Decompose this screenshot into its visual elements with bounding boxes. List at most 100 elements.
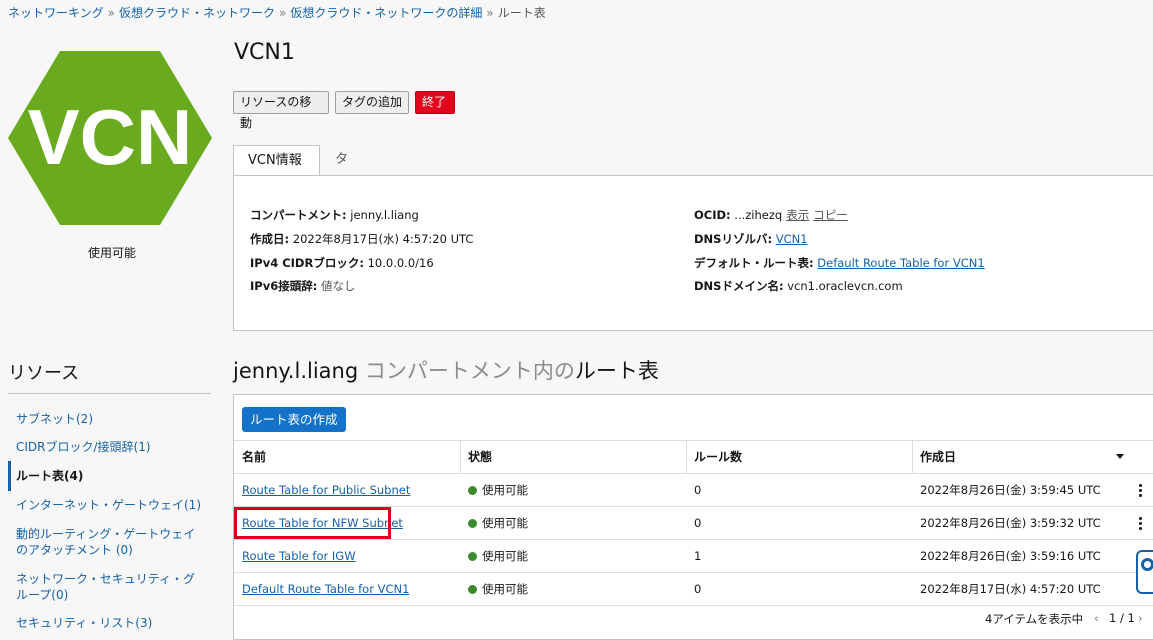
create-route-table-button[interactable]: ルート表の作成: [242, 407, 346, 432]
default-route-table-label: デフォルト・ルート表:: [694, 256, 814, 270]
dns-domain-label: DNSドメイン名:: [694, 279, 784, 293]
sidebar-item-security-lists[interactable]: セキュリティ・リスト(3): [16, 615, 152, 631]
state-label: 使用可能: [482, 582, 528, 596]
rules-cell: 0: [694, 483, 702, 497]
breadcrumb-vcn-list[interactable]: 仮想クラウド・ネットワーク: [119, 6, 275, 20]
dns-resolver-label: DNSリゾルバ:: [694, 232, 773, 246]
route-table-link[interactable]: Route Table for Public Subnet: [242, 474, 410, 506]
route-tables-table: ルート表の作成 名前 状態 ルール数 作成日 Route Table for P…: [233, 394, 1153, 640]
vcn-icon-text: VCN: [28, 93, 193, 181]
dns-resolver-link[interactable]: VCN1: [776, 232, 808, 246]
column-state[interactable]: 状態: [460, 441, 686, 473]
column-created[interactable]: 作成日: [912, 441, 1112, 473]
state-cell: 使用可能: [468, 573, 528, 605]
dns-resolver-row: DNSリゾルバ: VCN1: [694, 231, 808, 247]
ipv4-value: 10.0.0.0/16: [367, 256, 434, 270]
table-row: Default Route Table for VCN1 使用可能 0 2022…: [234, 573, 1153, 606]
table-row: Route Table for IGW 使用可能 1 2022年8月26日(金)…: [234, 540, 1153, 573]
state-label: 使用可能: [482, 516, 528, 530]
breadcrumb-separator: »: [279, 6, 287, 20]
created-value: 2022年8月17日(水) 4:57:20 UTC: [292, 232, 474, 246]
move-resource-button[interactable]: リソースの移動: [233, 91, 329, 130]
prev-page-icon[interactable]: ‹: [1094, 611, 1099, 625]
section-middle: コンパートメント内の: [364, 359, 575, 383]
ipv6-value: 値なし: [320, 279, 356, 293]
vcn-status: 使用可能: [88, 246, 137, 260]
route-table-link[interactable]: Default Route Table for VCN1: [242, 573, 409, 605]
ipv6-row: IPv6接頭辞: 値なし: [250, 278, 355, 294]
sort-dropdown-icon[interactable]: [1116, 454, 1124, 459]
section-title: jenny.l.liang コンパートメント内のルート表: [233, 355, 659, 385]
page-indicator: 1 / 1: [1109, 611, 1135, 625]
table-row: Route Table for Public Subnet 使用可能 0 202…: [234, 474, 1153, 507]
ocid-row: OCID: ...zihezq 表示 コピー: [694, 207, 848, 223]
tab-vcn-info[interactable]: VCN情報: [233, 145, 320, 176]
ipv4-row: IPv4 CIDRブロック: 10.0.0.0/16: [250, 255, 434, 271]
state-label: 使用可能: [482, 483, 528, 497]
column-name[interactable]: 名前: [234, 441, 460, 473]
default-route-table-link[interactable]: Default Route Table for VCN1: [817, 256, 984, 270]
sidebar-item-nsgs-line2[interactable]: ループ(0): [16, 587, 68, 603]
breadcrumb-vcn-details[interactable]: 仮想クラウド・ネットワークの詳細: [290, 6, 482, 20]
ocid-copy-link[interactable]: コピー: [813, 208, 848, 222]
section-compartment: jenny.l.liang: [233, 359, 359, 383]
add-tag-button[interactable]: タグの追加: [335, 91, 409, 114]
state-cell: 使用可能: [468, 507, 528, 539]
help-lifebuoy-icon[interactable]: [1136, 550, 1153, 594]
created-row: 作成日: 2022年8月17日(水) 4:57:20 UTC: [250, 231, 473, 247]
sidebar-item-route-tables[interactable]: ルート表(4): [16, 468, 83, 484]
available-status-icon: [468, 552, 477, 561]
dns-domain-row: DNSドメイン名: vcn1.oraclevcn.com: [694, 278, 903, 294]
breadcrumb-current: ルート表: [497, 6, 546, 20]
vcn-hexagon-icon: VCN: [8, 51, 212, 225]
sidebar-item-cidr-blocks[interactable]: CIDRブロック/接頭辞(1): [16, 439, 151, 455]
row-actions-menu-icon[interactable]: [1139, 517, 1143, 531]
created-label: 作成日:: [250, 232, 290, 246]
ocid-label: OCID:: [694, 208, 731, 222]
row-actions-menu-icon[interactable]: [1139, 484, 1143, 498]
default-route-table-row: デフォルト・ルート表: Default Route Table for VCN1: [694, 255, 985, 271]
dns-domain-value: vcn1.oraclevcn.com: [787, 279, 903, 293]
ipv6-label: IPv6接頭辞:: [250, 279, 318, 293]
pager-count: 4アイテムを表示中: [985, 612, 1084, 626]
tab-tags[interactable]: タグ: [321, 145, 362, 196]
state-cell: 使用可能: [468, 474, 528, 506]
created-cell: 2022年8月26日(金) 3:59:16 UTC: [920, 549, 1101, 563]
column-rules[interactable]: ルール数: [686, 441, 912, 473]
state-label: 使用可能: [482, 549, 528, 563]
page-title: VCN1: [234, 40, 295, 65]
rules-cell: 0: [694, 516, 702, 530]
sidebar-item-drg-attachments[interactable]: 動的ルーティング・ゲートウェイ: [16, 526, 195, 542]
next-page-icon[interactable]: ›: [1138, 611, 1143, 625]
created-cell: 2022年8月26日(金) 3:59:45 UTC: [920, 483, 1101, 497]
rules-cell: 1: [694, 549, 702, 563]
state-cell: 使用可能: [468, 540, 528, 572]
created-cell: 2022年8月26日(金) 3:59:32 UTC: [920, 516, 1101, 530]
compartment-label: コンパートメント:: [250, 208, 347, 222]
highlight-box: [234, 507, 391, 539]
table-header: 名前 状態 ルール数 作成日: [234, 440, 1153, 474]
compartment-row: コンパートメント: jenny.l.liang: [250, 207, 419, 223]
compartment-value: jenny.l.liang: [350, 208, 419, 222]
rules-cell: 0: [694, 582, 702, 596]
sidebar-item-nsgs[interactable]: ネットワーク・セキュリティ・グ: [16, 571, 195, 587]
available-status-icon: [468, 585, 477, 594]
terminate-button[interactable]: 終了: [415, 91, 455, 114]
sidebar-item-internet-gateways[interactable]: インターネット・ゲートウェイ(1): [16, 497, 201, 513]
ipv4-label: IPv4 CIDRブロック:: [250, 256, 364, 270]
resources-heading: リソース: [8, 363, 80, 384]
available-status-icon: [468, 519, 477, 528]
ocid-value: ...zihezq: [734, 208, 783, 222]
sidebar-item-drg-attachments-line2[interactable]: のアタッチメント (0): [16, 542, 133, 558]
available-status-icon: [468, 486, 477, 495]
section-name: ルート表: [574, 359, 659, 383]
breadcrumb-separator: »: [486, 6, 494, 20]
breadcrumb-networking[interactable]: ネットワーキング: [8, 6, 104, 20]
ocid-show-link[interactable]: 表示: [786, 208, 809, 222]
vcn-info-panel: コンパートメント: jenny.l.liang 作成日: 2022年8月17日(…: [233, 175, 1153, 331]
created-cell: 2022年8月17日(水) 4:57:20 UTC: [920, 582, 1101, 596]
resources-active-indicator: [8, 461, 11, 491]
sidebar-item-subnets[interactable]: サブネット(2): [16, 411, 93, 427]
breadcrumb-separator: »: [107, 6, 115, 20]
route-table-link[interactable]: Route Table for IGW: [242, 540, 356, 572]
